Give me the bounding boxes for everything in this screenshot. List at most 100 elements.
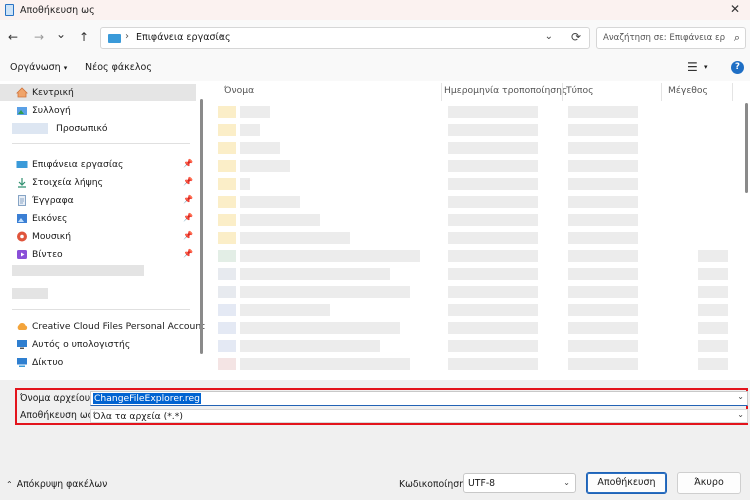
pin-icon[interactable]: 📌 bbox=[183, 195, 193, 204]
column-header-type[interactable]: Τύπος bbox=[566, 85, 593, 96]
redacted-item[interactable] bbox=[12, 265, 144, 276]
file-type-cell bbox=[568, 214, 638, 226]
table-row[interactable] bbox=[218, 247, 746, 265]
view-options-icon[interactable]: ☰ bbox=[687, 60, 698, 74]
sidebar-item-downloads[interactable]: Στοιχεία λήψης 📌 bbox=[0, 174, 196, 191]
navigation-pane: Κεντρική Συλλογή Προσωπικό Επιφάνεια εργ… bbox=[0, 81, 208, 380]
scrollbar-thumb[interactable] bbox=[745, 103, 748, 193]
file-list-scrollbar[interactable] bbox=[745, 83, 749, 378]
file-size-cell bbox=[698, 268, 728, 280]
refresh-icon[interactable]: ⟳ bbox=[571, 30, 581, 44]
up-icon[interactable]: ↑ bbox=[75, 28, 93, 46]
table-row[interactable] bbox=[218, 265, 746, 283]
sidebar-item-documents[interactable]: Έγγραφα 📌 bbox=[0, 192, 196, 209]
table-row[interactable] bbox=[218, 229, 746, 247]
sidebar-item-label: Προσωπικό bbox=[56, 123, 108, 134]
file-icon bbox=[218, 124, 236, 136]
sidebar-item-pictures[interactable]: Εικόνες 📌 bbox=[0, 210, 196, 227]
table-row[interactable] bbox=[218, 139, 746, 157]
file-size-cell bbox=[698, 304, 728, 316]
pin-icon[interactable]: 📌 bbox=[183, 159, 193, 168]
filename-input[interactable]: ChangeFileExplorer.reg ⌄ bbox=[90, 391, 748, 406]
back-icon[interactable]: ← bbox=[4, 28, 22, 46]
pin-icon[interactable]: 📌 bbox=[183, 249, 193, 258]
savetype-select[interactable]: Όλα τα αρχεία (*.*) ⌄ bbox=[90, 409, 748, 423]
file-date-cell bbox=[448, 106, 538, 118]
filename-selected-text[interactable]: ChangeFileExplorer.reg bbox=[93, 393, 201, 404]
file-type-cell bbox=[568, 124, 638, 136]
search-icon[interactable]: ⌕ bbox=[734, 31, 740, 45]
column-divider[interactable] bbox=[441, 83, 442, 101]
encoding-select[interactable]: UTF-8 ⌄ bbox=[463, 473, 576, 493]
sidebar-item-onedrive[interactable]: Προσωπικό bbox=[0, 120, 196, 137]
save-button[interactable]: Αποθήκευση bbox=[586, 472, 667, 494]
file-type-cell bbox=[568, 142, 638, 154]
sidebar-item-music[interactable]: Μουσική 📌 bbox=[0, 228, 196, 245]
file-type-cell bbox=[568, 250, 638, 262]
file-date-cell bbox=[448, 322, 538, 334]
file-type-cell bbox=[568, 322, 638, 334]
column-header-size[interactable]: Μέγεθος bbox=[668, 85, 708, 96]
file-type-cell bbox=[568, 286, 638, 298]
table-row[interactable] bbox=[218, 193, 746, 211]
sidebar-item-desktop[interactable]: Επιφάνεια εργασίας 📌 bbox=[0, 156, 196, 173]
cancel-button[interactable]: Άκυρο bbox=[677, 472, 741, 494]
column-header-name[interactable]: Όνομα bbox=[224, 85, 254, 96]
pin-icon[interactable]: 📌 bbox=[183, 177, 193, 186]
chevron-down-icon[interactable]: ⌄ bbox=[563, 478, 570, 487]
column-divider[interactable] bbox=[562, 83, 563, 101]
sidebar-item-this-pc[interactable]: Αυτός ο υπολογιστής bbox=[0, 336, 196, 353]
caret-down-icon[interactable]: ▾ bbox=[704, 63, 708, 71]
redacted-item[interactable] bbox=[12, 288, 48, 299]
table-row[interactable] bbox=[218, 337, 746, 355]
table-row[interactable] bbox=[218, 103, 746, 121]
file-date-cell bbox=[448, 232, 538, 244]
chevron-down-icon[interactable]: ⌄ bbox=[737, 392, 744, 401]
sidebar-item-network[interactable]: Δίκτυο bbox=[0, 354, 196, 371]
forward-icon[interactable]: → bbox=[30, 28, 48, 46]
column-divider[interactable] bbox=[732, 83, 733, 101]
table-row[interactable] bbox=[218, 211, 746, 229]
network-icon bbox=[17, 358, 27, 367]
file-icon bbox=[218, 178, 236, 190]
new-folder-button[interactable]: Νέος φάκελος bbox=[85, 62, 152, 73]
file-name-cell bbox=[240, 268, 390, 280]
sidebar-item-creative-cloud[interactable]: Creative Cloud Files Personal Account 21… bbox=[0, 318, 208, 335]
address-bar[interactable]: › Επιφάνεια εργασίας › ⌄ ⟳ bbox=[100, 27, 590, 49]
pin-icon[interactable]: 📌 bbox=[183, 213, 193, 222]
help-icon[interactable]: ? bbox=[731, 61, 744, 74]
close-icon[interactable]: ✕ bbox=[730, 2, 740, 16]
divider bbox=[12, 143, 190, 144]
file-name-cell bbox=[240, 178, 250, 190]
file-date-cell bbox=[448, 124, 538, 136]
table-row[interactable] bbox=[218, 175, 746, 193]
table-row[interactable] bbox=[218, 157, 746, 175]
table-row[interactable] bbox=[218, 301, 746, 319]
file-type-cell bbox=[568, 178, 638, 190]
sidebar-item-label: Έγγραφα bbox=[32, 195, 74, 206]
organize-button[interactable]: Οργάνωση ▾ bbox=[10, 62, 67, 73]
table-row[interactable] bbox=[218, 319, 746, 337]
file-name-cell bbox=[240, 142, 280, 154]
scrollbar-thumb[interactable] bbox=[200, 99, 203, 354]
sidebar-item-gallery[interactable]: Συλλογή bbox=[0, 102, 196, 119]
search-box[interactable]: Αναζήτηση σε: Επιφάνεια εργ... ⌕ bbox=[596, 27, 746, 49]
table-row[interactable] bbox=[218, 283, 746, 301]
sidebar-item-home[interactable]: Κεντρική bbox=[0, 84, 196, 101]
breadcrumb-desktop[interactable]: Επιφάνεια εργασίας bbox=[136, 32, 231, 43]
file-date-cell bbox=[448, 304, 538, 316]
table-row[interactable] bbox=[218, 121, 746, 139]
sidebar-item-videos[interactable]: Βίντεο 📌 bbox=[0, 246, 196, 263]
table-row[interactable] bbox=[218, 355, 746, 373]
column-divider[interactable] bbox=[661, 83, 662, 101]
video-icon bbox=[17, 250, 27, 259]
hide-folders-toggle[interactable]: ⌃ Απόκρυψη φακέλων bbox=[6, 479, 107, 490]
column-header-date[interactable]: Ημερομηνία τροποποίησης bbox=[444, 85, 567, 96]
file-name-cell bbox=[240, 322, 400, 334]
chevron-down-icon[interactable]: ⌄ bbox=[737, 410, 744, 419]
pin-icon[interactable]: 📌 bbox=[183, 231, 193, 240]
breadcrumb-separator[interactable]: › bbox=[219, 31, 223, 42]
chevron-down-icon[interactable]: ⌄ bbox=[545, 31, 553, 42]
nav-scrollbar[interactable] bbox=[200, 89, 204, 354]
recent-locations-icon[interactable]: ⌄ bbox=[52, 25, 70, 43]
